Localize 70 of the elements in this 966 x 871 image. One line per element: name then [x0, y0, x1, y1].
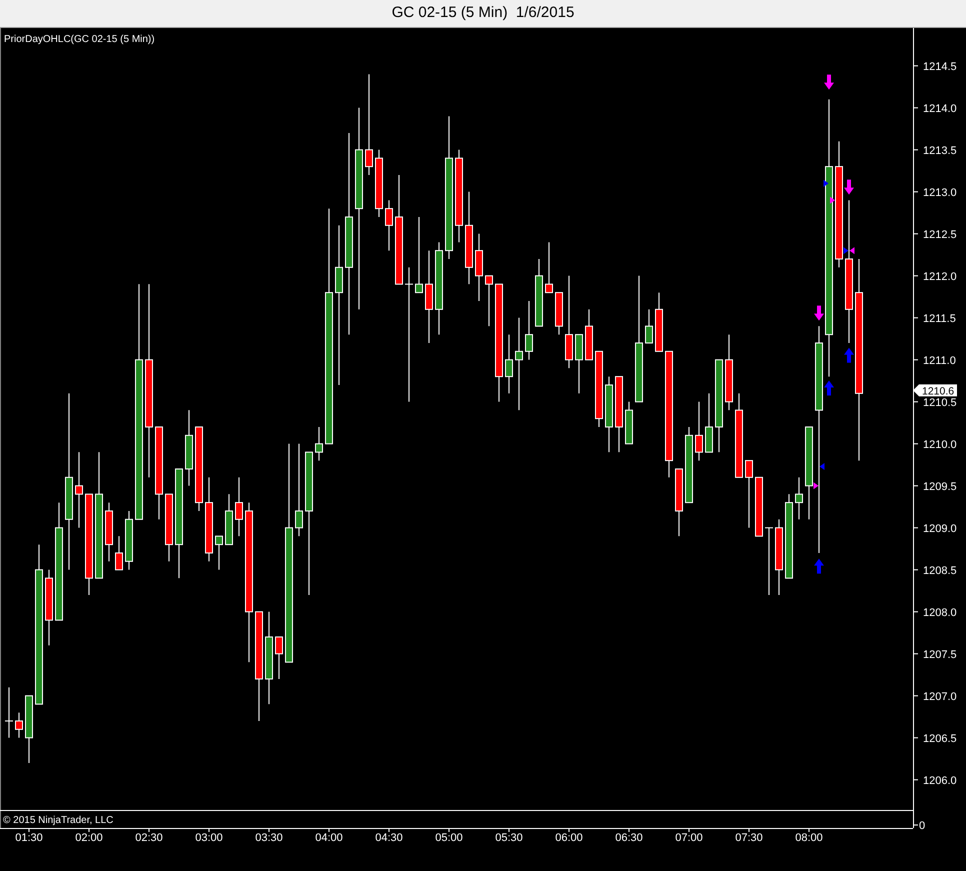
time-axis-label: 02:00 [75, 832, 103, 844]
time-axis-label: 07:30 [735, 832, 763, 844]
candlestick [165, 494, 173, 562]
time-axis-label: 01:30 [15, 832, 43, 844]
price-axis-label: 1211.5 [923, 312, 956, 325]
price-axis-label: 1208.0 [923, 606, 957, 619]
price-axis-label: 1209.5 [923, 480, 957, 493]
candlestick [215, 536, 223, 570]
candlestick [764, 527, 774, 596]
price-axis-label: 1214.0 [923, 102, 957, 115]
chart-title: GC 02-15 (5 Min) 1/6/2015 [392, 3, 574, 24]
candlestick [225, 494, 233, 546]
candlestick [105, 502, 113, 562]
candlestick [675, 468, 683, 537]
time-axis-label: 07:00 [675, 832, 703, 844]
candlestick [535, 258, 543, 327]
candlestick [315, 426, 323, 462]
candlestick [575, 334, 583, 394]
time-axis-label: 06:30 [615, 832, 643, 844]
candlestick [375, 149, 383, 218]
time-axis-label: 08:00 [795, 832, 823, 844]
candlestick [525, 300, 533, 360]
candlestick [4, 686, 14, 738]
price-axis-label: 1210.5 [923, 396, 957, 409]
time-axis-label: 03:00 [195, 832, 223, 844]
price-axis-label: 1213.5 [923, 144, 957, 157]
candlestick [745, 460, 753, 528]
price-axis-label: 1214.5 [923, 60, 957, 73]
candlestick [705, 392, 713, 453]
price-axis-label: 1206.5 [923, 732, 957, 745]
candlestick [385, 200, 393, 252]
candlestick [25, 695, 33, 764]
candlestick [755, 476, 763, 537]
candlestick [475, 233, 483, 302]
candlestick [485, 275, 493, 327]
candlestick [645, 308, 653, 344]
time-axis-label: 05:00 [435, 832, 463, 844]
price-axis-label: 1209.0 [923, 522, 957, 535]
candlestick [115, 536, 123, 570]
price-axis-label: 1207.0 [923, 690, 957, 703]
time-axis-label: 04:30 [375, 832, 403, 844]
copyright-text: © 2015 NinjaTrader, LLC [3, 815, 114, 826]
candlestick [545, 242, 553, 294]
candlestick [275, 636, 283, 680]
candlestick [125, 510, 133, 570]
price-axis-label: 1208.5 [923, 564, 957, 577]
candlestick [585, 308, 593, 360]
candlestick [505, 334, 513, 394]
time-axis-label: 06:00 [555, 832, 583, 844]
candlestick [795, 476, 803, 520]
candlestick [695, 401, 703, 462]
price-axis-label: 1213.0 [923, 186, 957, 199]
time-axis-label: 04:00 [315, 832, 343, 844]
indicator-label: PriorDayOHLC(GC 02-15 (5 Min)) [4, 34, 155, 45]
candlestick [625, 401, 633, 444]
price-axis-label: 0 [919, 820, 926, 832]
price-axis-label: 1206.0 [923, 774, 957, 787]
last-price-tag: 1210.6 [913, 384, 957, 398]
price-axis-label: 1210.0 [923, 438, 957, 451]
candlestick [655, 292, 663, 352]
candlestick [555, 292, 563, 336]
time-axis-label: 03:30 [255, 832, 283, 844]
price-axis-label: 1212.5 [923, 228, 957, 241]
candlestick [235, 476, 243, 537]
price-axis-label: 1207.5 [923, 648, 957, 661]
price-axis-label: 1212.0 [923, 270, 957, 283]
price-axis-label: 1211.0 [923, 354, 956, 367]
time-axis-label: 05:30 [495, 832, 523, 844]
candlestick [15, 712, 23, 738]
time-axis-label: 02:30 [135, 832, 163, 844]
